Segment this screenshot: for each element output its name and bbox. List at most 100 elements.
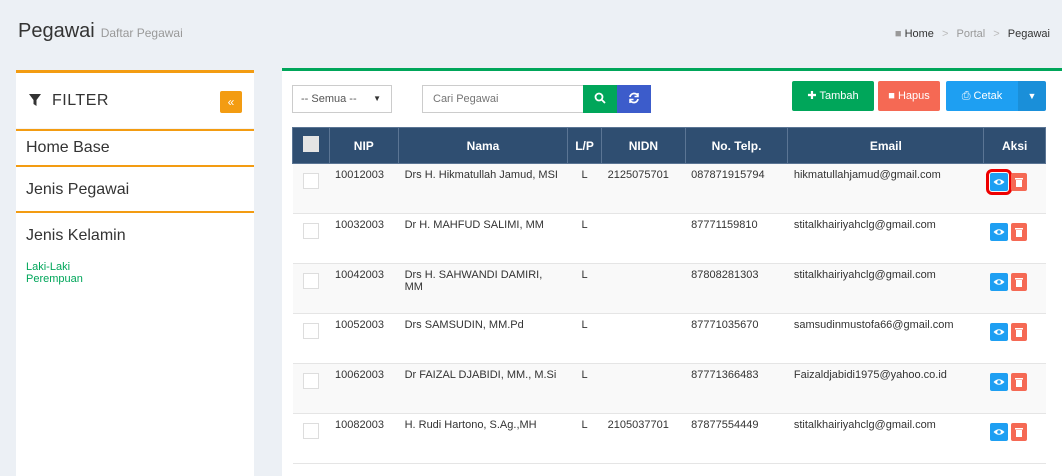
cell-telp: 87877554449 bbox=[685, 413, 788, 464]
refresh-icon bbox=[629, 92, 639, 103]
row-select-cell bbox=[292, 313, 330, 364]
cell-nama: Drs SAMSUDIN, MM.Pd bbox=[398, 313, 568, 364]
delete-button[interactable]: ■ Hapus bbox=[878, 81, 940, 111]
cell-nip: 10052003 bbox=[329, 313, 399, 364]
pegawai-table: NIP Nama L/P NIDN No. Telp. Email Aksi 1… bbox=[292, 127, 1046, 464]
view-button[interactable] bbox=[989, 223, 1008, 241]
filter-jenis-kelamin-label[interactable]: Jenis Kelamin bbox=[26, 227, 244, 245]
search-input[interactable] bbox=[422, 85, 584, 113]
delete-row-button[interactable] bbox=[1010, 323, 1027, 341]
view-button[interactable] bbox=[985, 169, 1012, 195]
eye-icon bbox=[993, 379, 1005, 385]
cell-nip: 10012003 bbox=[329, 163, 399, 214]
breadcrumb-separator: > bbox=[993, 28, 1000, 40]
table-row: 10052003 Drs SAMSUDIN, MM.Pd L 877710356… bbox=[292, 313, 1046, 364]
eye-icon bbox=[993, 429, 1005, 435]
delete-row-button[interactable] bbox=[1010, 223, 1027, 241]
option-laki-laki[interactable]: Laki-Laki bbox=[26, 261, 244, 273]
add-button-label: Tambah bbox=[819, 90, 859, 102]
breadcrumb-separator: > bbox=[941, 28, 949, 40]
eye-icon bbox=[993, 229, 1005, 235]
breadcrumb-portal[interactable]: Portal bbox=[956, 28, 985, 40]
filter-home-base[interactable]: Home Base bbox=[16, 129, 254, 165]
cell-aksi bbox=[983, 213, 1046, 264]
view-button[interactable] bbox=[989, 323, 1008, 341]
page-title: Pegawai Daftar Pegawai bbox=[18, 20, 183, 43]
kelamin-options: Laki-Laki Perempuan bbox=[26, 261, 244, 285]
table-row: 10032003 Dr H. MAHFUD SALIMI, MM L 87771… bbox=[292, 213, 1046, 264]
cell-lp: L bbox=[567, 313, 602, 364]
delete-row-button[interactable] bbox=[1010, 173, 1027, 191]
cell-lp: L bbox=[567, 263, 602, 314]
breadcrumb-home[interactable]: Home bbox=[905, 28, 934, 40]
row-checkbox[interactable] bbox=[302, 273, 319, 289]
eye-icon bbox=[993, 179, 1005, 185]
trash-icon bbox=[1014, 178, 1023, 187]
delete-button-label: Hapus bbox=[897, 90, 930, 102]
cell-telp: 87771159810 bbox=[685, 213, 788, 264]
column-header-email[interactable]: Email bbox=[787, 127, 985, 164]
search-icon bbox=[594, 92, 606, 104]
cell-nip: 10062003 bbox=[329, 363, 399, 414]
option-perempuan[interactable]: Perempuan bbox=[26, 273, 244, 285]
column-header-nip[interactable]: NIP bbox=[328, 127, 400, 164]
column-header-nama[interactable]: Nama bbox=[398, 127, 568, 164]
trash-icon bbox=[1014, 378, 1023, 387]
cell-lp: L bbox=[567, 363, 602, 414]
view-button[interactable] bbox=[989, 423, 1008, 441]
refresh-button[interactable] bbox=[617, 85, 651, 113]
view-button[interactable] bbox=[989, 373, 1008, 391]
table-row: 10012003 Drs H. Hikmatullah Jamud, MSI L… bbox=[292, 163, 1046, 214]
row-checkbox[interactable] bbox=[302, 423, 319, 439]
search-button[interactable] bbox=[583, 85, 617, 113]
filter-sidebar: FILTER « Home Base Jenis Pegawai Jenis K… bbox=[16, 70, 254, 476]
table-header-row: NIP Nama L/P NIDN No. Telp. Email Aksi bbox=[292, 127, 1046, 164]
row-select-cell bbox=[292, 413, 330, 464]
column-header-lp[interactable]: L/P bbox=[566, 127, 603, 164]
row-actions bbox=[985, 169, 1040, 195]
plus-icon: ✚ bbox=[807, 90, 820, 102]
column-header-telp[interactable]: No. Telp. bbox=[684, 127, 789, 164]
breadcrumb: ■ Home > Portal > Pegawai bbox=[895, 28, 1050, 40]
view-button[interactable] bbox=[989, 273, 1008, 291]
cell-email: stitalkhairiyahclg@gmail.com bbox=[787, 263, 984, 314]
eye-icon bbox=[993, 329, 1005, 335]
column-header-aksi: Aksi bbox=[983, 127, 1046, 164]
collapse-button[interactable]: « bbox=[220, 91, 242, 113]
cell-aksi bbox=[983, 313, 1046, 364]
print-button[interactable]: ⎙ Cetak bbox=[946, 81, 1018, 111]
row-checkbox[interactable] bbox=[302, 323, 319, 339]
select-all-checkbox[interactable] bbox=[302, 136, 319, 152]
print-button-label: Cetak bbox=[973, 90, 1003, 102]
trash-icon bbox=[1014, 228, 1023, 237]
cell-email: stitalkhairiyahclg@gmail.com bbox=[787, 213, 984, 264]
add-button[interactable]: ✚ Tambah bbox=[792, 81, 874, 111]
filter-select[interactable]: -- Semua -- ▼ bbox=[292, 85, 392, 113]
row-checkbox[interactable] bbox=[302, 173, 319, 189]
page-subtitle: Daftar Pegawai bbox=[100, 26, 183, 40]
cell-nama: Dr H. MAHFUD SALIMI, MM bbox=[398, 213, 568, 264]
filter-title: FILTER bbox=[52, 92, 109, 109]
row-checkbox[interactable] bbox=[302, 373, 319, 389]
row-select-cell bbox=[292, 263, 330, 314]
print-dropdown-toggle[interactable]: ▼ bbox=[1018, 81, 1046, 111]
filter-header: FILTER « bbox=[16, 73, 254, 129]
cell-telp: 87771035670 bbox=[685, 313, 788, 364]
cell-aksi bbox=[983, 263, 1046, 314]
cell-nama: Drs H. SAHWANDI DAMIRI, MM bbox=[398, 263, 568, 314]
filter-select-value: -- Semua -- bbox=[301, 93, 357, 105]
delete-row-button[interactable] bbox=[1010, 273, 1027, 291]
column-header-nidn[interactable]: NIDN bbox=[601, 127, 686, 164]
cell-nip: 10042003 bbox=[329, 263, 399, 314]
caret-down-icon: ▼ bbox=[373, 94, 381, 103]
row-actions bbox=[989, 419, 1040, 441]
row-actions bbox=[989, 319, 1040, 341]
cell-aksi bbox=[983, 163, 1046, 214]
filter-jenis-pegawai[interactable]: Jenis Pegawai bbox=[16, 165, 254, 211]
cell-nidn bbox=[601, 263, 686, 314]
delete-row-button[interactable] bbox=[1010, 373, 1027, 391]
cell-telp: 087871915794 bbox=[685, 163, 788, 214]
delete-row-button[interactable] bbox=[1010, 423, 1027, 441]
row-checkbox[interactable] bbox=[302, 223, 319, 239]
trash-icon bbox=[1014, 328, 1023, 337]
